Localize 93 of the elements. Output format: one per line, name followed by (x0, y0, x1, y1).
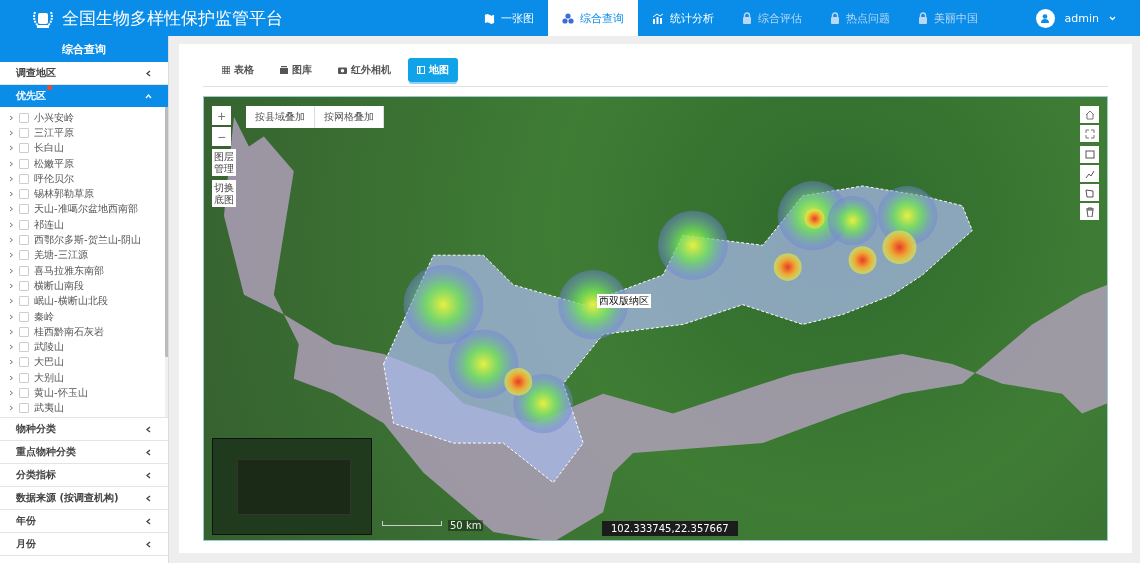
rectangle-icon[interactable] (1080, 146, 1099, 163)
chevron-icon (145, 471, 152, 479)
chevron-icon (145, 92, 152, 100)
checkbox[interactable] (19, 250, 29, 261)
checkbox[interactable] (19, 173, 29, 184)
filter-section[interactable]: 年份 (0, 510, 168, 533)
overlay-button[interactable]: 按县域叠加 (246, 106, 315, 128)
tree-item-label[interactable]: 西鄂尔多斯-贺兰山-阴山 (34, 233, 142, 247)
checkbox[interactable] (19, 127, 29, 138)
bar-chart-icon (651, 12, 664, 24)
image-stack-icon (280, 66, 288, 74)
nav-tab[interactable]: 综合查询 (547, 0, 638, 36)
avatar-icon[interactable] (1035, 8, 1055, 28)
filter-section[interactable]: 物种分类 (0, 418, 168, 441)
tree-item-label[interactable]: 武夷山 (34, 401, 64, 416)
filter-section[interactable]: 分类指标 (0, 464, 168, 487)
tree-item-label[interactable]: 长白山 (34, 141, 64, 156)
checkbox[interactable] (19, 219, 29, 230)
checkbox[interactable] (19, 112, 29, 123)
tree-item-label[interactable]: 秦岭 (34, 309, 54, 324)
tree-item-label[interactable]: 岷山-横断山北段 (34, 294, 108, 309)
tree-item-label[interactable]: 呼伦贝尔 (34, 171, 74, 186)
checkbox[interactable] (19, 388, 29, 398)
filter-section[interactable]: 月份 (0, 533, 168, 556)
checkbox[interactable] (19, 280, 29, 291)
scrollbar-thumb[interactable] (165, 107, 168, 357)
tree-item-label[interactable]: 松嫩平原 (34, 156, 74, 171)
tree-item-label[interactable]: 大巴山 (34, 355, 64, 370)
checkbox[interactable] (19, 342, 29, 353)
polyline-icon[interactable] (1080, 165, 1099, 182)
filter-section[interactable]: 重点物种分类 (0, 441, 168, 464)
view-tab[interactable]: 表格 (213, 58, 263, 82)
tree-item-label[interactable]: 武陵山 (34, 340, 64, 355)
checkbox[interactable] (19, 372, 29, 383)
scale-label: 50 km (448, 520, 484, 531)
checkbox[interactable] (19, 296, 29, 307)
view-tab[interactable]: 红外相机 (329, 58, 400, 82)
filter-section[interactable]: 优先区 (0, 85, 168, 107)
satellite-map[interactable]: + − 按县域叠加 按网格叠加 图层管理 切换底图 西双版纳区 50 km 102.333745,22.357667 (203, 96, 1108, 541)
chevron-icon (145, 425, 152, 433)
checkbox[interactable] (19, 235, 29, 245)
chevron-icon (145, 540, 152, 548)
lock-icon (829, 12, 840, 24)
zoom-out-button[interactable]: − (212, 127, 231, 146)
lock-icon (917, 12, 928, 24)
tree-item-label[interactable]: 三江平原 (34, 125, 74, 140)
tree-item-label[interactable]: 黄山-怀玉山 (34, 386, 88, 400)
trash-icon[interactable] (1080, 203, 1099, 220)
checkbox[interactable] (19, 326, 29, 337)
region-label: 西双版纳区 (597, 294, 651, 308)
map-tool-button[interactable]: 图层管理 (212, 149, 236, 176)
nav-tab[interactable]: 统计分析 (637, 0, 728, 36)
checkbox[interactable] (19, 265, 29, 276)
zoom-in-button[interactable]: + (212, 106, 231, 125)
tree-item-label[interactable]: 大别山 (34, 370, 64, 385)
sidebar-title: 综合查询 (0, 36, 168, 62)
checkbox[interactable] (19, 189, 29, 200)
coordinates-readout: 102.333745,22.357667 (602, 521, 738, 536)
app-title: 全国生物多样性保护监管平台 (62, 6, 284, 30)
scale-bar (382, 521, 442, 526)
checkbox[interactable] (19, 158, 29, 169)
map-tool-button[interactable]: 切换底图 (212, 180, 236, 207)
map-icon (417, 66, 425, 74)
chevron-icon (145, 494, 152, 502)
view-tab[interactable]: 图库 (271, 58, 321, 82)
checkbox[interactable] (19, 204, 29, 215)
camera-icon (338, 66, 347, 74)
checkbox[interactable] (19, 357, 29, 368)
tree-item-label[interactable]: 桂西黔南石灰岩 (34, 324, 104, 339)
checkbox[interactable] (19, 403, 29, 414)
filter-section[interactable]: 数据来源 (按调查机构) (0, 487, 168, 510)
tree-item-label[interactable]: 天山-准噶尔盆地西南部 (34, 202, 138, 217)
chevron-icon (145, 69, 152, 77)
tree-item-label[interactable]: 小兴安岭 (34, 110, 74, 125)
grid-icon (222, 66, 230, 74)
tree-item-label[interactable]: 羌塘-三江源 (34, 248, 88, 263)
fullscreen-icon[interactable] (1080, 125, 1099, 142)
lock-icon (741, 12, 752, 24)
polygon-icon[interactable] (1080, 184, 1099, 201)
chevron-icon (145, 517, 152, 525)
tree-item-label[interactable]: 锡林郭勒草原 (34, 187, 94, 202)
user-menu[interactable]: admin (1064, 11, 1099, 25)
circles-icon (561, 12, 574, 24)
tree-item-label[interactable]: 横断山南段 (34, 278, 84, 293)
map-icon (483, 12, 495, 24)
checkbox[interactable] (19, 311, 29, 322)
tree-item-label[interactable]: 喜马拉雅东南部 (34, 263, 104, 278)
chevron-icon (145, 448, 152, 456)
nav-tab[interactable]: 一张图 (469, 0, 548, 36)
checkbox[interactable] (19, 143, 29, 154)
home-icon[interactable] (1080, 106, 1099, 123)
tree-item-label[interactable]: 祁连山 (34, 217, 64, 232)
caret-icon[interactable] (1109, 15, 1116, 21)
